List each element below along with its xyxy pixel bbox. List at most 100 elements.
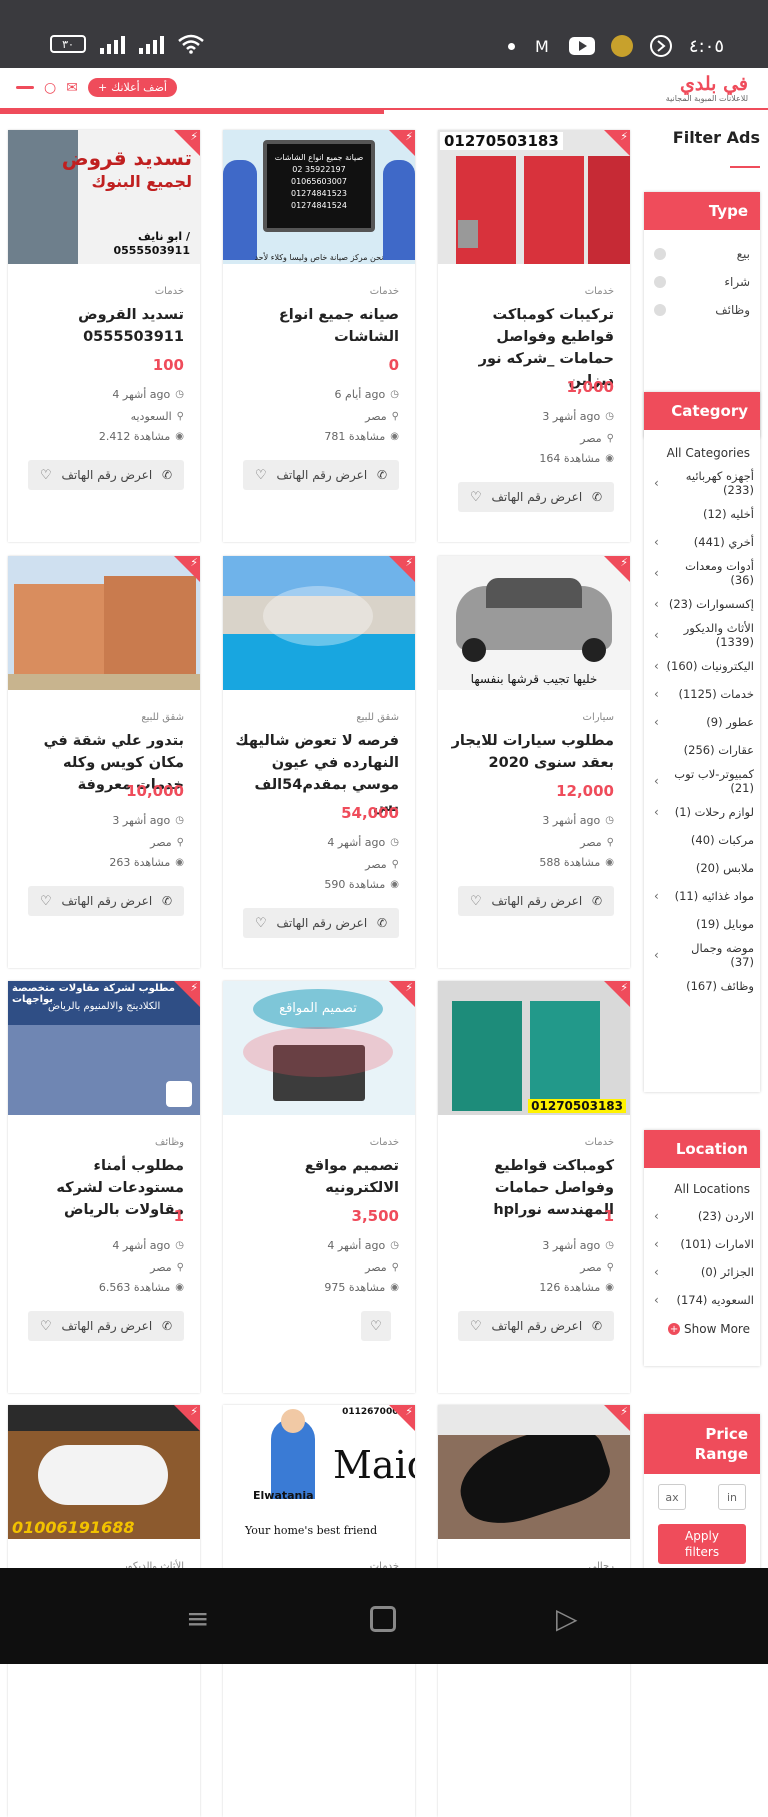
ad-image[interactable]: صيانة جميع انواع الشاشات 02 35922197 010… — [223, 130, 415, 264]
ad-card[interactable]: تسديد قروض لجميع البنوك ابو نايف / 05555… — [8, 130, 200, 542]
ad-card[interactable]: ⚡ شقق للبيع فرصه لا تعوض شاليهك النهارده … — [223, 556, 415, 968]
location-item[interactable]: ‹ الامارات (101) — [644, 1230, 760, 1258]
heart-icon[interactable]: ♡ — [470, 490, 482, 505]
chevron-left-icon: ‹ — [654, 1209, 659, 1223]
page-load-progress — [0, 110, 384, 114]
ad-category[interactable]: خدمات — [155, 286, 184, 297]
category-item[interactable]: ‹ أدوات ومعدات (36) — [644, 556, 760, 590]
back-icon[interactable]: ▷ — [556, 1602, 578, 1635]
category-item[interactable]: مركبات (40) — [644, 826, 760, 854]
location-all[interactable]: All Locations — [644, 1176, 760, 1202]
ad-category[interactable]: خدمات — [585, 1137, 614, 1148]
heart-icon[interactable]: ♡ — [40, 468, 52, 483]
ad-category[interactable]: سيارات — [583, 712, 614, 723]
ad-card[interactable]: تصميم المواقع ⚡ خدمات تصميم مواقع الالكتر… — [223, 981, 415, 1393]
category-item[interactable]: وظائف (167) — [644, 972, 760, 1000]
category-item[interactable]: ‹ إكسسوارات (23) — [644, 590, 760, 618]
ad-card[interactable]: ⚡ شقق للبيع بتدور علي شقة في مكان كويس وك… — [8, 556, 200, 968]
category-item[interactable]: ‹ موضه وجمال (37) — [644, 938, 760, 972]
ad-category[interactable]: شقق للبيع — [356, 712, 399, 723]
category-item[interactable]: ‹ خدمات (1125) — [644, 680, 760, 708]
location-item[interactable]: ‹ السعوديه (174) — [644, 1286, 760, 1314]
category-item[interactable]: ‹ عطور (9) — [644, 708, 760, 736]
category-item[interactable]: موبايل (19) — [644, 910, 760, 938]
ad-category[interactable]: خدمات — [370, 1137, 399, 1148]
radio-icon[interactable] — [654, 276, 666, 288]
heart-icon[interactable]: ♡ — [470, 894, 482, 909]
ad-image[interactable]: 01270503183 — [438, 130, 630, 264]
category-item[interactable]: أخليه (12) — [644, 500, 760, 528]
ad-category[interactable]: خدمات — [585, 286, 614, 297]
ad-location: مصر ⚲ — [580, 432, 614, 445]
ad-category[interactable]: خدمات — [370, 286, 399, 297]
location-item[interactable]: ‹ الاردن (23) — [644, 1202, 760, 1230]
show-phone-button[interactable]: ♡ اعرض رقم الهاتف ✆ — [28, 886, 184, 916]
ad-image[interactable]: تسديد قروض لجميع البنوك ابو نايف / 05555… — [8, 130, 200, 264]
max-price-input[interactable]: ax — [658, 1484, 686, 1510]
favorite-button[interactable]: ♡ — [361, 1311, 391, 1341]
menu-icon[interactable] — [16, 86, 34, 89]
ad-image[interactable] — [223, 556, 415, 690]
site-logo[interactable]: في بلدي للاعلانات المبوبة المجانية — [666, 74, 748, 103]
category-item[interactable]: ‹ أخري (441) — [644, 528, 760, 556]
ad-card[interactable]: مطلوب لشركة مقاولات متخصصة بواجهات الكلا… — [8, 981, 200, 1393]
type-option-buy[interactable]: شراء — [644, 268, 760, 296]
ad-title[interactable]: كومباكت قواطيع وفواصل حمامات hplالمهندسه… — [448, 1155, 614, 1221]
ad-image[interactable]: خليها تجيب قرشها بنفسها — [438, 556, 630, 690]
ad-category[interactable]: شقق للبيع — [141, 712, 184, 723]
show-more-locations[interactable]: + Show More — [644, 1314, 760, 1344]
ad-category[interactable]: وظائف — [155, 1137, 184, 1148]
ad-title[interactable]: صيانه جميع انواع الشاشات — [233, 304, 399, 348]
ad-title[interactable]: مطلوب أمناء مستودعات لشركه مقاولات بالري… — [18, 1155, 184, 1221]
category-item[interactable]: ‹ الأثاث والديكور (1339) — [644, 618, 760, 652]
ad-image[interactable]: مطلوب لشركة مقاولات متخصصة بواجهات الكلا… — [8, 981, 200, 1115]
add-ad-button[interactable]: + أضف أعلانك — [87, 78, 177, 97]
ad-card[interactable]: 01270503183 ⚡ خدمات كومباكت قواطيع وفواصل… — [438, 981, 630, 1393]
ad-card[interactable]: خليها تجيب قرشها بنفسها ⚡ سيارات مطلوب سي… — [438, 556, 630, 968]
radio-icon[interactable] — [654, 304, 666, 316]
show-phone-button[interactable]: ♡ اعرض رقم الهاتف ✆ — [243, 460, 399, 490]
heart-icon[interactable]: ♡ — [255, 916, 267, 931]
min-price-input[interactable]: in — [718, 1484, 746, 1510]
ad-image[interactable] — [438, 1405, 630, 1539]
category-item[interactable]: ‹ لوازم رحلات (1) — [644, 798, 760, 826]
type-option-sell[interactable]: بيع — [644, 240, 760, 268]
show-phone-button[interactable]: ♡ اعرض رقم الهاتف ✆ — [28, 1311, 184, 1341]
apply-filters-button[interactable]: Apply filters — [658, 1524, 746, 1564]
ad-card[interactable]: 01270503183 ⚡ خدمات تركيبات كومباكت قواطي… — [438, 130, 630, 542]
ad-image[interactable]: 01006191688 — [8, 1405, 200, 1539]
home-icon[interactable] — [370, 1606, 396, 1632]
category-item[interactable]: ‹ أجهزه كهربائيه (233) — [644, 466, 760, 500]
ad-image[interactable]: تصميم المواقع — [223, 981, 415, 1115]
type-option-jobs[interactable]: وظائف — [644, 296, 760, 324]
chat-icon[interactable]: ✉ — [66, 80, 78, 96]
ad-title[interactable]: مطلوب سيارات للايجار بعقد سنوى 2020 — [448, 730, 614, 774]
recent-apps-icon[interactable]: ≡ — [186, 1602, 209, 1635]
ad-card[interactable]: صيانة جميع انواع الشاشات 02 35922197 010… — [223, 130, 415, 542]
category-item[interactable]: عقارات (256) — [644, 736, 760, 764]
category-item[interactable]: ملابس (20) — [644, 854, 760, 882]
category-all[interactable]: All Categories — [644, 440, 760, 466]
category-item[interactable]: ‹ كمبيوتر-لاب توب (21) — [644, 764, 760, 798]
category-item[interactable]: ‹ اليكترونيات (160) — [644, 652, 760, 680]
show-phone-button[interactable]: ♡ اعرض رقم الهاتف ✆ — [458, 1311, 614, 1341]
radio-icon[interactable] — [654, 248, 666, 260]
heart-icon[interactable]: ♡ — [255, 468, 267, 483]
show-phone-button[interactable]: ♡ اعرض رقم الهاتف ✆ — [458, 886, 614, 916]
ad-image[interactable]: 01126700074 Elwatania Maid Your home's b… — [223, 1405, 415, 1539]
ad-image[interactable]: 01270503183 — [438, 981, 630, 1115]
heart-icon[interactable]: ♡ — [40, 894, 52, 909]
ad-title[interactable]: تسديد القروض 0555503911 — [18, 304, 184, 348]
location-item[interactable]: ‹ الجزائر (0) — [644, 1258, 760, 1286]
user-icon[interactable]: ○ — [44, 80, 56, 96]
show-phone-button[interactable]: ♡ اعرض رقم الهاتف ✆ — [28, 460, 184, 490]
ad-title[interactable]: تصميم مواقع الالكترونيه — [233, 1155, 399, 1199]
location-pin-icon: ⚲ — [391, 1262, 399, 1273]
show-phone-button[interactable]: ♡ اعرض رقم الهاتف ✆ — [458, 482, 614, 512]
heart-icon[interactable]: ♡ — [470, 1319, 482, 1334]
heart-icon[interactable]: ♡ — [40, 1319, 52, 1334]
category-item[interactable]: ‹ مواد غذائيه (11) — [644, 882, 760, 910]
ad-image[interactable] — [8, 556, 200, 690]
show-phone-button[interactable]: ♡ اعرض رقم الهاتف ✆ — [243, 908, 399, 938]
chevron-left-icon: ‹ — [654, 535, 659, 549]
